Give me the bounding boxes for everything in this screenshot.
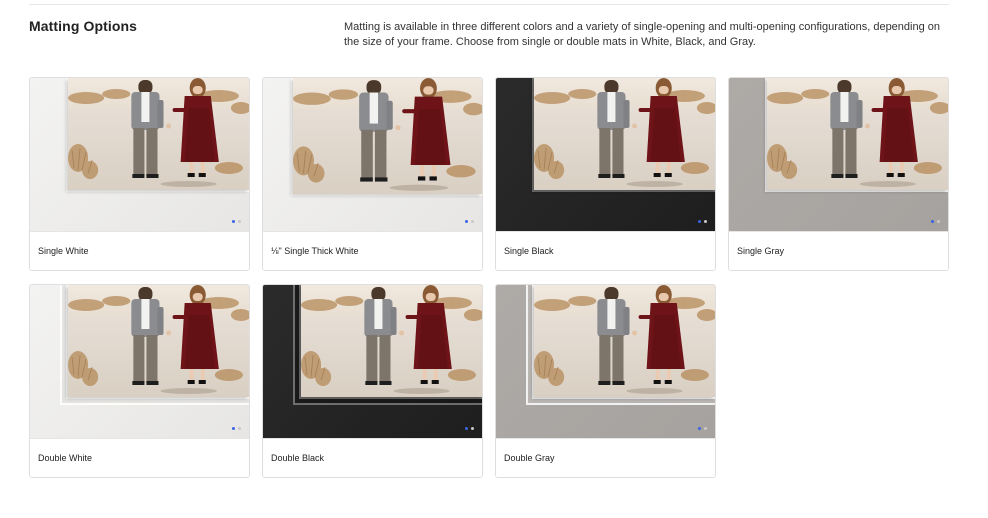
matting-option-card[interactable]: Double White [29, 284, 250, 478]
matting-option-label: Double Gray [504, 453, 555, 463]
matting-option-card[interactable]: Double Black [262, 284, 483, 478]
carousel-dot-icon[interactable] [698, 427, 701, 430]
matting-option-label: Single Gray [737, 246, 785, 256]
carousel-dot-icon[interactable] [704, 427, 707, 430]
card-label-area: Single Black [496, 231, 715, 270]
matting-option-label: Double Black [271, 453, 325, 463]
section-description: Matting is available in three different … [344, 21, 941, 48]
couple-photo [534, 285, 715, 397]
card-label-area: Double White [30, 438, 249, 477]
carousel-dots [232, 220, 241, 223]
mat-preview-image [263, 78, 482, 231]
carousel-dot-icon[interactable] [238, 220, 241, 223]
couple-photo [68, 78, 249, 190]
framed-photo [767, 78, 948, 190]
couple-photo [68, 285, 249, 397]
couple-photo [534, 78, 715, 190]
carousel-dot-icon[interactable] [698, 220, 701, 223]
card-label-area: ⅛" Single Thick White [263, 231, 482, 270]
framed-photo [68, 285, 249, 397]
framed-photo [534, 78, 715, 190]
framed-photo [534, 285, 715, 397]
carousel-dots [698, 427, 707, 430]
card-label-area: Single White [30, 231, 249, 270]
carousel-dot-icon[interactable] [232, 220, 235, 223]
top-divider [29, 4, 949, 5]
framed-photo [293, 78, 482, 194]
carousel-dot-icon[interactable] [704, 220, 707, 223]
matting-option-label: Double White [38, 453, 93, 463]
carousel-dots [931, 220, 940, 223]
couple-photo [301, 285, 482, 397]
carousel-dots [465, 427, 474, 430]
carousel-dot-icon[interactable] [232, 427, 235, 430]
mat-preview-image [263, 285, 482, 438]
carousel-dots [465, 220, 474, 223]
mat-preview-image [496, 285, 715, 438]
matting-option-card[interactable]: Single White [29, 77, 250, 271]
matting-option-label: Single Black [504, 246, 554, 256]
matting-option-card[interactable]: Single Black [495, 77, 716, 271]
couple-photo [767, 78, 948, 190]
matting-option-card[interactable]: Single Gray [728, 77, 949, 271]
couple-photo [293, 78, 482, 194]
card-label-area: Double Gray [496, 438, 715, 477]
carousel-dot-icon[interactable] [471, 427, 474, 430]
framed-photo [301, 285, 482, 397]
carousel-dots [698, 220, 707, 223]
mat-preview-image [30, 285, 249, 438]
section-title: Matting Options [29, 18, 138, 34]
matting-option-label: ⅛" Single Thick White [271, 246, 359, 256]
carousel-dot-icon[interactable] [931, 220, 934, 223]
carousel-dot-icon[interactable] [465, 220, 468, 223]
card-label-area: Double Black [263, 438, 482, 477]
mat-preview-image [729, 78, 948, 231]
carousel-dot-icon[interactable] [937, 220, 940, 223]
matting-option-card[interactable]: Double Gray [495, 284, 716, 478]
carousel-dot-icon[interactable] [465, 427, 468, 430]
carousel-dot-icon[interactable] [471, 220, 474, 223]
matting-option-card[interactable]: ⅛" Single Thick White [262, 77, 483, 271]
carousel-dot-icon[interactable] [238, 427, 241, 430]
mat-preview-image [30, 78, 249, 231]
carousel-dots [232, 427, 241, 430]
framed-photo [68, 78, 249, 190]
mat-preview-image [496, 78, 715, 231]
card-label-area: Single Gray [729, 231, 948, 270]
matting-option-label: Single White [38, 246, 89, 256]
